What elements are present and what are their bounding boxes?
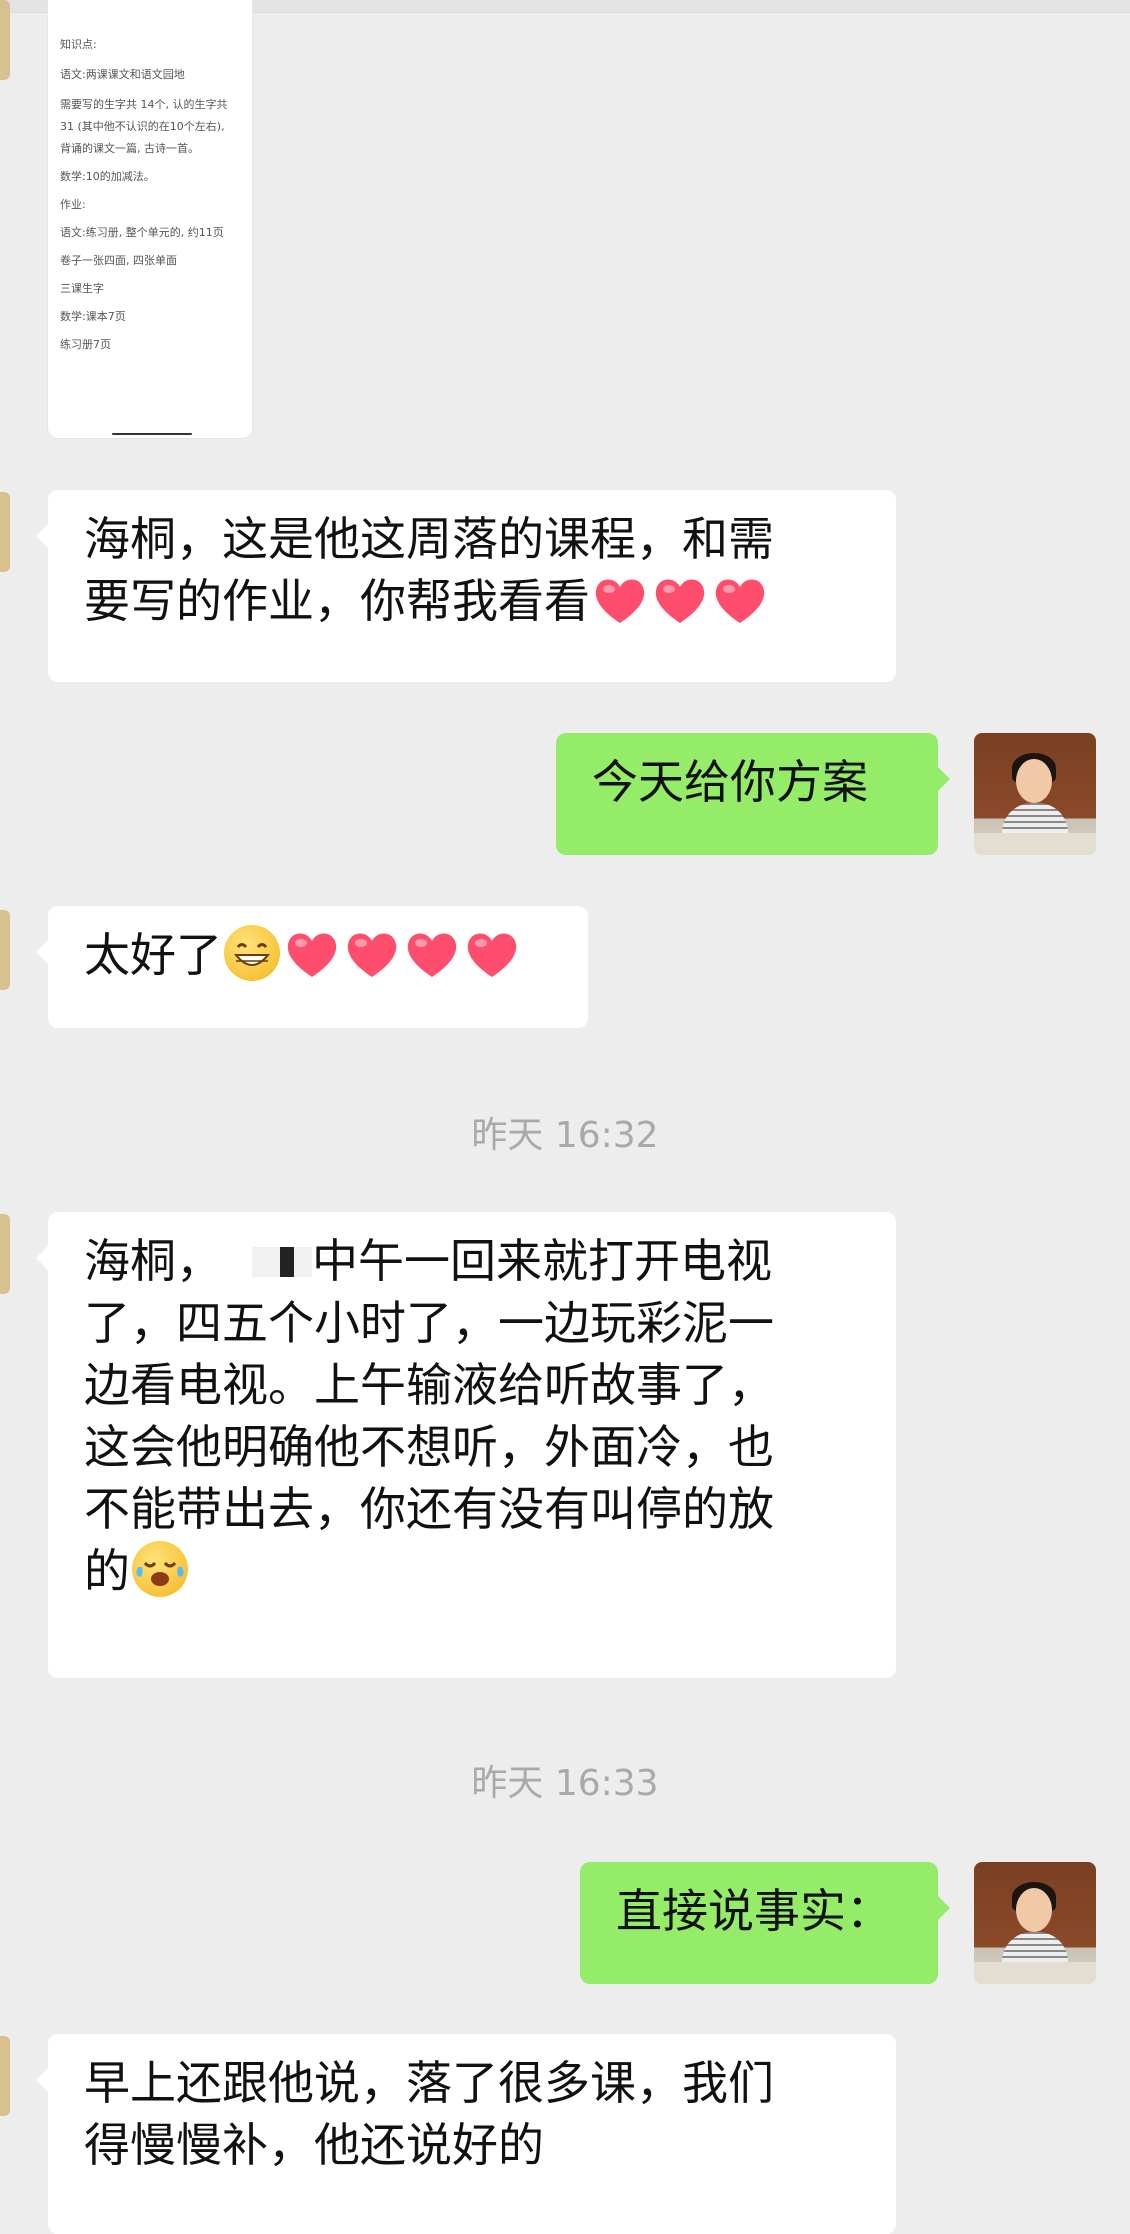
heart-emoji-icon xyxy=(655,579,705,623)
card-line: 练习册7页 xyxy=(60,338,111,351)
image-bottom-bar xyxy=(112,433,192,435)
heart-emoji-icon xyxy=(715,579,765,623)
sender-avatar-edge xyxy=(0,910,10,990)
card-line: 数学:10的加减法。 xyxy=(60,170,155,183)
message-line: 太好了 xyxy=(84,924,552,986)
message-line: 不能带出去，你还有没有叫停的放 xyxy=(84,1482,774,1536)
message-line: 今天给你方案 xyxy=(592,755,868,809)
card-line: 卷子一张四面, 四张单面 xyxy=(60,254,177,267)
redacted-name xyxy=(222,1243,312,1283)
message-line: 得慢慢补，他还说好的 xyxy=(84,2118,544,2172)
heart-emoji-icon xyxy=(347,933,397,977)
heart-emoji-icon xyxy=(287,933,337,977)
card-line: 需要写的生字共 14个, 认的生字共 xyxy=(60,98,228,111)
message-bubble[interactable]: 海桐， 中午一回来就打开电视 了，四五个小时了，一边玩彩泥一 边看电视。上午输液给… xyxy=(36,1212,896,1678)
message-line: 要写的作业，你帮我看看 xyxy=(84,570,860,632)
message-line: 了，四五个小时了，一边玩彩泥一 xyxy=(84,1296,774,1350)
card-line: 背诵的课文一篇, 古诗一首。 xyxy=(60,142,199,155)
message-line: 海桐，这是他这周落的课程，和需 xyxy=(84,512,774,566)
sender-avatar-edge xyxy=(0,0,10,80)
card-line: 31 (其中他不认识的在10个左右), xyxy=(60,120,225,133)
card-line: 知识点: xyxy=(60,38,97,51)
my-avatar[interactable] xyxy=(974,1862,1096,1984)
homework-image-message[interactable]: 知识点: 语文:两课课文和语文园地 需要写的生字共 14个, 认的生字共 31 … xyxy=(48,0,252,438)
heart-emoji-icon xyxy=(467,933,517,977)
message-bubble-self[interactable]: 今天给你方案 xyxy=(556,733,950,855)
card-line: 作业: xyxy=(60,198,86,211)
message-bubble[interactable]: 海桐，这是他这周落的课程，和需 要写的作业，你帮我看看 xyxy=(36,490,896,682)
card-line: 三课生字 xyxy=(60,282,104,295)
message-line: 早上还跟他说，落了很多课，我们 xyxy=(84,2056,774,2110)
message-line: 的 xyxy=(84,1540,860,1602)
sender-avatar-edge xyxy=(0,2036,10,2116)
sender-avatar-edge xyxy=(0,1214,10,1294)
heart-emoji-icon xyxy=(407,933,457,977)
message-bubble[interactable]: 早上还跟他说，落了很多课，我们 得慢慢补，他还说好的 xyxy=(36,2034,896,2234)
message-line: 海桐， 中午一回来就打开电视 xyxy=(84,1234,772,1288)
timestamp: 昨天 16:33 xyxy=(471,1763,659,1804)
crying-laughing-emoji-icon xyxy=(132,1541,188,1597)
timestamp: 昨天 16:32 xyxy=(471,1115,659,1156)
message-line: 边看电视。上午输液给听故事了， xyxy=(84,1358,774,1412)
sender-avatar-edge xyxy=(0,492,10,572)
card-line: 数学:课本7页 xyxy=(60,310,126,323)
grinning-emoji-icon xyxy=(224,925,280,981)
my-avatar[interactable] xyxy=(974,733,1096,855)
message-bubble-self[interactable]: 直接说事实： xyxy=(580,1862,950,1984)
card-line: 语文:练习册, 整个单元的, 约11页 xyxy=(60,226,224,239)
message-line: 直接说事实： xyxy=(616,1884,892,1938)
heart-emoji-icon xyxy=(595,579,645,623)
card-line: 语文:两课课文和语文园地 xyxy=(60,68,185,81)
message-bubble[interactable]: 太好了 xyxy=(36,906,588,1028)
message-line: 这会他明确他不想听，外面冷，也 xyxy=(84,1420,774,1474)
